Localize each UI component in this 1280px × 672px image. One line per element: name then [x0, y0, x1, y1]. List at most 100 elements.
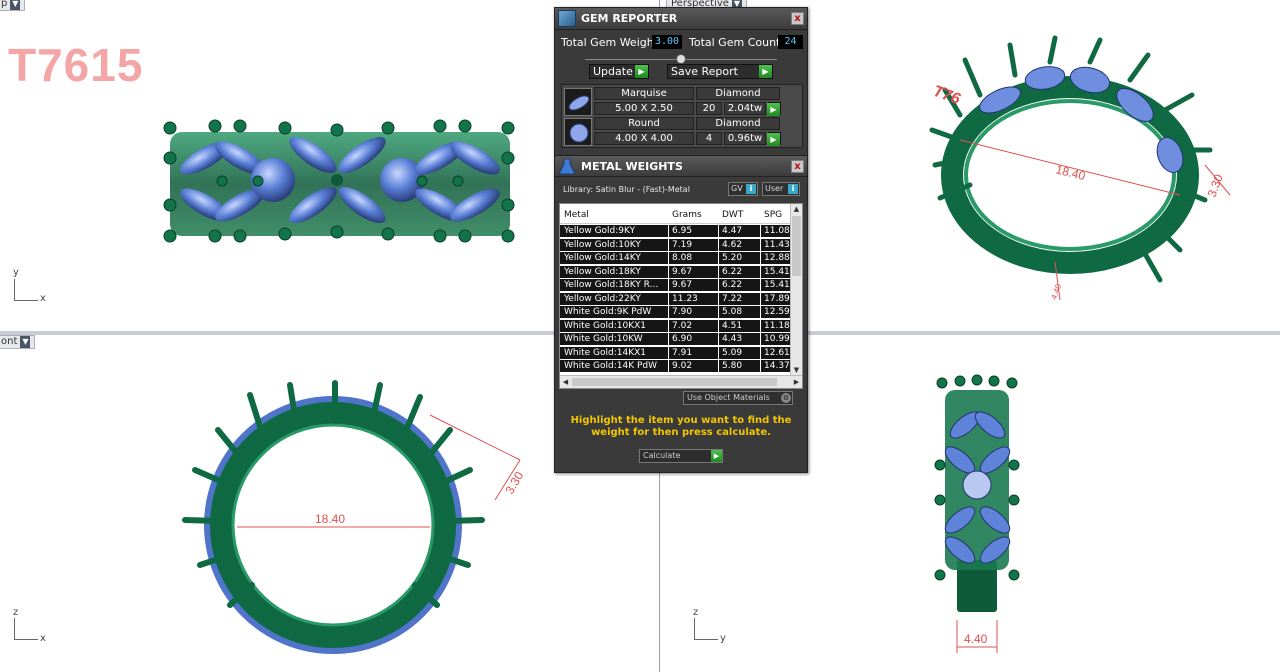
dwt-cell: 5.09 — [722, 347, 743, 358]
column-header-dwt[interactable]: DWT — [722, 210, 743, 220]
gem-row-round[interactable]: Round Diamond 4.00 X 4.00 4 0.96tw ▶ — [564, 117, 800, 147]
axis-label-y: y — [13, 267, 19, 278]
use-object-materials-dropdown[interactable]: Use Object Materials ⚙ — [683, 391, 793, 405]
close-icon[interactable]: x — [791, 12, 804, 25]
dim-perspective-shank: 4.40 — [1049, 282, 1063, 300]
user-button[interactable]: User i — [762, 182, 800, 196]
scroll-thumb[interactable] — [792, 216, 801, 276]
table-row[interactable]: White Gold:10KW 6.90 4.43 10.99 — [560, 333, 790, 346]
table-row[interactable]: White Gold:14KX1 7.91 5.09 12.61 — [560, 346, 790, 360]
metal-weights-titlebar[interactable]: METAL WEIGHTS x — [555, 155, 807, 177]
calculate-label: Calculate — [643, 451, 681, 460]
instruction-text: Highlight the item you want to find the … — [570, 415, 792, 438]
update-label: Update — [593, 65, 633, 78]
scroll-thumb[interactable] — [572, 378, 777, 386]
dwt-cell: 5.80 — [722, 361, 743, 371]
save-report-label: Save Report — [671, 65, 738, 78]
save-report-button[interactable]: Save Report ▶ — [667, 64, 773, 79]
library-label: Library: Satin Blur - (Fast)-Metal — [563, 185, 690, 194]
grams-cell: 9.67 — [672, 266, 693, 277]
dim-perspective-diameter: 18.40 — [1054, 162, 1087, 183]
table-row[interactable]: White Gold:9K PdW 7.90 5.08 12.59 — [560, 306, 790, 319]
axis-label-x: x — [40, 293, 46, 304]
dwt-cell: 4.43 — [722, 334, 743, 344]
metal-name-cell: White Gold:10KX1 — [564, 320, 647, 331]
spg-cell: 10.99 — [764, 334, 790, 344]
metal-weights-table[interactable]: Metal Grams DWT SPG Yellow Gold:9KY 6.95 4… — [559, 203, 803, 389]
axis-vertical — [14, 279, 15, 301]
dim-inner-diameter: 18.40 — [315, 512, 345, 526]
grams-cell: 8.08 — [672, 253, 693, 263]
axis-horizontal — [694, 639, 718, 640]
table-row[interactable]: Yellow Gold:10KY 7.19 4.62 11.43 — [560, 238, 790, 252]
axis-label-z: z — [693, 607, 699, 618]
gem-go-button[interactable]: ▶ — [767, 132, 781, 146]
gem-reporter-titlebar[interactable]: GEM REPORTER x — [555, 8, 807, 30]
grams-cell: 9.67 — [672, 280, 693, 290]
column-header-grams[interactable]: Grams — [672, 210, 702, 220]
scroll-left-icon[interactable]: ◀ — [560, 376, 571, 388]
gem-material: Diamond — [696, 87, 780, 100]
column-header-metal[interactable]: Metal — [564, 210, 589, 220]
axis-horizontal — [14, 300, 38, 301]
info-icon: i — [788, 184, 798, 194]
gem-weight: 0.96tw — [724, 132, 766, 145]
use-object-materials-label: Use Object Materials — [687, 393, 770, 402]
metal-name-cell: White Gold:9K PdW — [564, 307, 652, 317]
table-row[interactable]: White Gold:14K PdW 9.02 5.80 14.37 — [560, 360, 790, 373]
gem-go-button[interactable]: ▶ — [767, 102, 781, 116]
grams-cell: 7.19 — [672, 239, 693, 250]
scroll-up-icon[interactable]: ▲ — [791, 204, 802, 215]
horizontal-scrollbar[interactable]: ◀ ▶ — [560, 375, 802, 388]
close-icon[interactable]: x — [791, 160, 804, 173]
dim-band-width: 3.30 — [502, 469, 526, 497]
spg-cell: 11.43 — [764, 239, 790, 250]
gem-reporter-title: GEM REPORTER — [581, 12, 678, 25]
spg-cell: 12.88 — [764, 253, 790, 263]
gem-shape: Marquise — [594, 87, 694, 100]
spg-cell: 11.18 — [764, 320, 790, 331]
gv-button[interactable]: GV i — [728, 182, 758, 196]
table-row[interactable]: Yellow Gold:18KY 9.67 6.22 15.41 — [560, 265, 790, 279]
gem-reporter-panel[interactable]: GEM REPORTER x Total Gem Weight 3.00 Tot… — [554, 7, 808, 473]
gem-shape: Round — [594, 117, 694, 130]
rhino-workspace: p ▼ T7615 y x Perspective ▼ 18.40 3.30 4… — [0, 0, 1280, 672]
update-button[interactable]: Update ▶ — [589, 64, 649, 79]
dwt-cell: 7.22 — [722, 293, 743, 304]
scroll-right-icon[interactable]: ▶ — [791, 376, 802, 388]
calculate-button[interactable]: Calculate ▶ — [639, 449, 723, 463]
total-gem-weight-value: 3.00 — [652, 35, 682, 49]
totals-row: Total Gem Weight 3.00 Total Gem Count 24 — [559, 34, 803, 50]
grams-cell: 7.90 — [672, 307, 693, 317]
table-row[interactable]: White Gold:10KX1 7.02 4.51 11.18 — [560, 319, 790, 333]
dwt-cell: 4.47 — [722, 226, 743, 236]
gem-reporter-icon — [558, 10, 576, 27]
dwt-cell: 5.08 — [722, 307, 743, 317]
perspective-engraving: T76 — [931, 83, 963, 108]
axis-horizontal — [14, 639, 38, 640]
gear-icon: ⚙ — [781, 393, 791, 403]
spg-cell: 17.89 — [764, 293, 790, 304]
dwt-cell: 4.62 — [722, 239, 743, 250]
total-gem-count-value: 24 — [778, 35, 803, 49]
splitter-handle[interactable] — [676, 54, 686, 64]
table-row[interactable]: Yellow Gold:9KY 6.95 4.47 11.08 — [560, 225, 790, 238]
spg-cell: 12.59 — [764, 307, 790, 317]
column-header-spg[interactable]: SPG — [764, 210, 782, 220]
vertical-scrollbar[interactable]: ▲ ▼ — [790, 204, 802, 376]
play-icon: ▶ — [711, 450, 722, 462]
gem-size: 5.00 X 2.50 — [594, 102, 694, 115]
column-separator — [760, 224, 761, 388]
table-row[interactable]: Yellow Gold:22KY 11.23 7.22 17.89 — [560, 292, 790, 306]
metal-name-cell: Yellow Gold:14KY — [564, 253, 641, 263]
round-gem-icon — [564, 118, 592, 146]
user-label: User — [765, 184, 784, 193]
gem-row-marquise[interactable]: Marquise Diamond 5.00 X 2.50 20 2.04tw ▶ — [564, 87, 800, 117]
total-gem-count-label: Total Gem Count — [689, 36, 781, 49]
axis-vertical — [14, 618, 15, 640]
metal-name-cell: White Gold:14KX1 — [564, 347, 647, 358]
table-row[interactable]: Yellow Gold:14KY 8.08 5.20 12.88 — [560, 252, 790, 265]
spg-cell: 15.41 — [764, 266, 790, 277]
table-row[interactable]: Yellow Gold:18KY R... 9.67 6.22 15.41 — [560, 279, 790, 292]
play-icon: ▶ — [767, 103, 780, 116]
